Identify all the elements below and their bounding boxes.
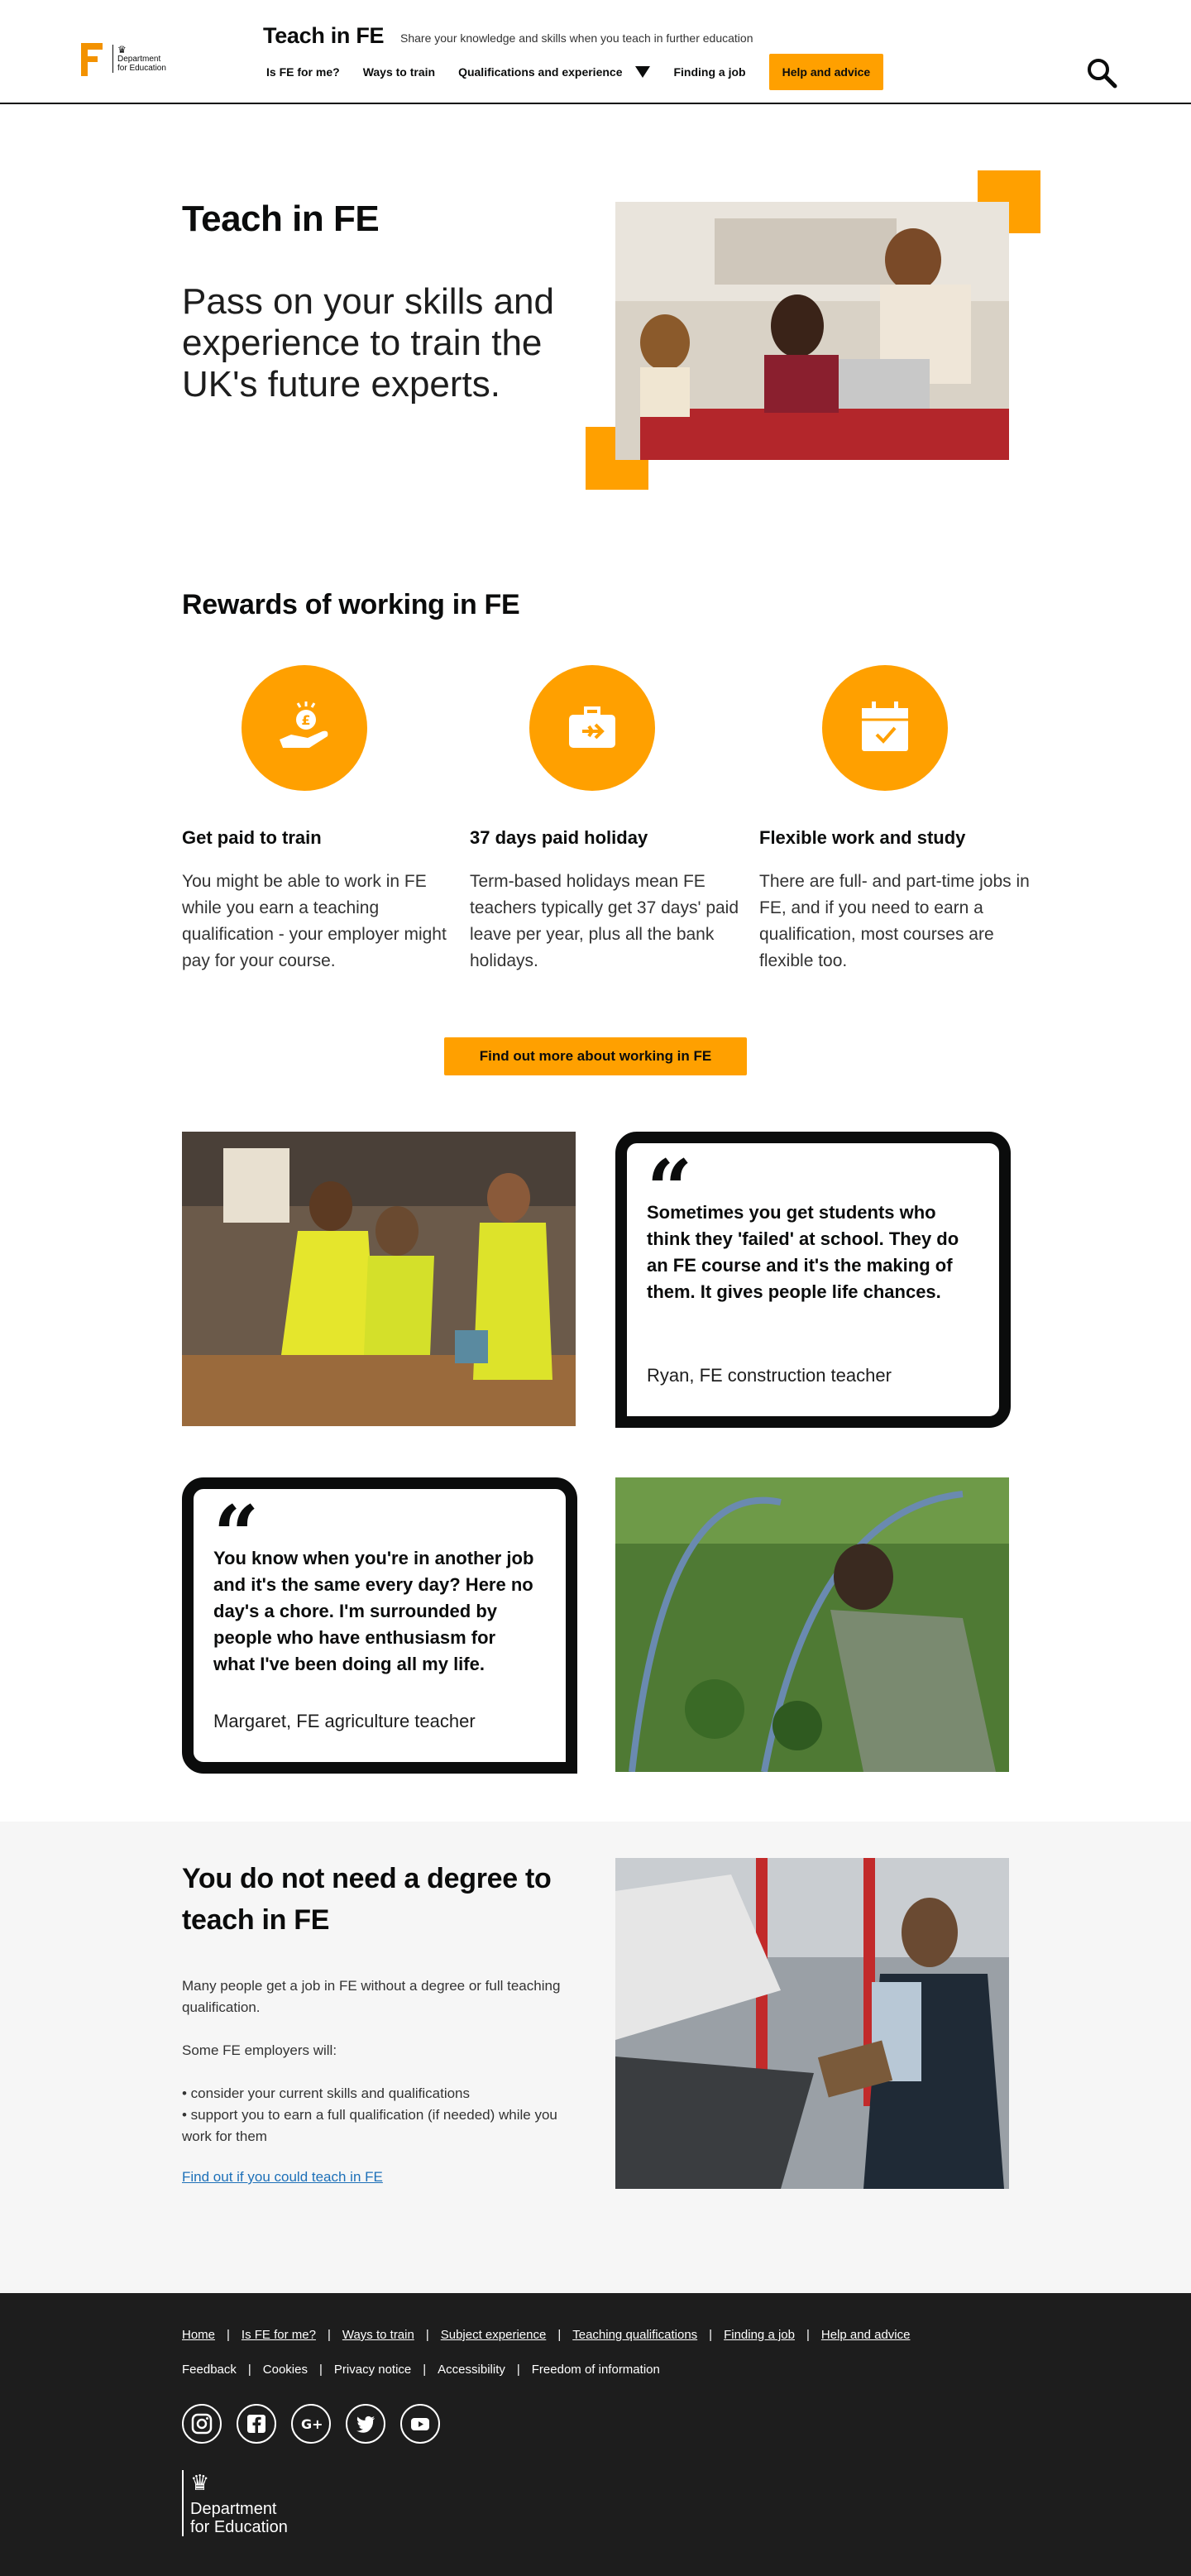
footer-secondary-links: Feedback | Cookies | Privacy notice | Acces… — [182, 2363, 660, 2377]
footer-link-ways-to-train[interactable]: Ways to train — [342, 2328, 414, 2342]
footer-link-accessibility[interactable]: Accessibility — [438, 2363, 505, 2377]
facebook-icon[interactable] — [237, 2404, 276, 2444]
nav-is-fe-for-me[interactable]: Is FE for me? — [266, 65, 340, 79]
svg-text:G+: G+ — [301, 2416, 323, 2432]
royal-crest-icon: ♛ — [117, 44, 127, 55]
degree-bullet-1: • consider your current skills and quali… — [182, 2085, 471, 2101]
footer-link-privacy[interactable]: Privacy notice — [334, 2363, 411, 2377]
footer-link-finding-a-job[interactable]: Finding a job — [724, 2328, 795, 2342]
hero-subtitle: Pass on your skills and experience to tr… — [182, 281, 554, 405]
rewards-heading: Rewards of working in FE — [182, 589, 520, 620]
footer-link-feedback[interactable]: Feedback — [182, 2363, 237, 2377]
nav-qualifications: Qualifications and experience — [458, 65, 623, 79]
footer-link-home[interactable]: Home — [182, 2328, 215, 2342]
site-logo[interactable]: ♛ Department for Education — [81, 43, 166, 76]
footer-link-help-and-advice[interactable]: Help and advice — [821, 2328, 911, 2342]
nav-ways-to-train[interactable]: Ways to train — [363, 65, 435, 79]
reward-title: Get paid to train — [182, 827, 322, 848]
twitter-icon[interactable] — [346, 2404, 385, 2444]
degree-bullet-2: • support you to earn a full qualificati… — [182, 2107, 557, 2144]
quote-author: Margaret, FE agriculture teacher — [213, 1711, 476, 1731]
hero-title: Teach in FE — [182, 199, 380, 239]
dfe-line-1: Department — [117, 55, 161, 64]
reward-flexible: Flexible work and study There are full- … — [759, 665, 1032, 974]
site-footer: Home | Is FE for me? | Ways to train | Subj… — [0, 2293, 1191, 2576]
agriculture-photo — [615, 1477, 1009, 1772]
hero-classroom-photo — [615, 202, 1009, 460]
hand-coin-icon: £ — [242, 665, 367, 791]
degree-section: You do not need a degree to teach in FE … — [0, 1822, 1191, 2293]
quote-card-ryan: “ Sometimes you get students who think t… — [615, 1132, 1011, 1428]
site-title[interactable]: Teach in FE — [263, 23, 385, 49]
instagram-icon[interactable] — [182, 2404, 222, 2444]
svg-text:£: £ — [301, 712, 310, 728]
search-icon[interactable] — [1085, 56, 1118, 89]
quote-text: Sometimes you get students who think the… — [647, 1202, 959, 1302]
footer-dept-line-2: for Education — [190, 2518, 288, 2536]
degree-para-1: Many people get a job in FE without a de… — [182, 1978, 561, 2015]
reward-paid-holiday: 37 days paid holiday Term-based holidays… — [470, 665, 743, 974]
reward-text: You might be able to work in FE while yo… — [182, 872, 447, 970]
dfe-logo: ♛ Department for Education — [112, 45, 166, 73]
google-plus-icon[interactable]: G+ — [291, 2404, 331, 2444]
suitcase-plane-icon — [529, 665, 655, 791]
site-tagline: Share your knowledge and skills when you… — [400, 31, 753, 45]
find-out-more-button[interactable]: Find out more about working in FE — [444, 1037, 747, 1075]
quote-text: You know when you're in another job and … — [213, 1548, 534, 1674]
reward-title: Flexible work and study — [759, 827, 966, 848]
footer-dfe-logo[interactable]: ♛ Department for Education — [182, 2470, 288, 2536]
site-header: ♛ Department for Education Teach in FE S… — [0, 0, 1191, 104]
royal-crest-icon: ♛ — [190, 2470, 210, 2495]
nav-finding-a-job[interactable]: Finding a job — [673, 65, 745, 79]
footer-dept-line-1: Department — [190, 2500, 277, 2518]
degree-para-2: Some FE employers will: — [182, 2042, 337, 2058]
footer-link-cookies[interactable]: Cookies — [263, 2363, 308, 2377]
reward-paid-to-train: £ Get paid to train You might be able to… — [182, 665, 455, 974]
footer-link-is-fe-for-me[interactable]: Is FE for me? — [242, 2328, 316, 2342]
footer-link-foi[interactable]: Freedom of information — [532, 2363, 660, 2377]
find-out-if-you-could-teach-link[interactable]: Find out if you could teach in FE — [182, 2169, 383, 2186]
reward-text: There are full- and part-time jobs in FE… — [759, 872, 1030, 970]
footer-link-subject-experience[interactable]: Subject experience — [441, 2328, 547, 2342]
fe-logo-mark — [81, 43, 106, 76]
footer-primary-links: Home | Is FE for me? | Ways to train | Subj… — [182, 2328, 911, 2342]
help-and-advice-button[interactable]: Help and advice — [768, 54, 884, 90]
nav-qualifications-dropdown[interactable]: Qualifications and experience — [458, 65, 651, 79]
degree-heading: You do not need a degree to teach in FE — [182, 1863, 552, 1936]
construction-workshop-photo — [182, 1132, 576, 1426]
reward-title: 37 days paid holiday — [470, 827, 648, 848]
footer-link-teaching-qualifications[interactable]: Teaching qualifications — [572, 2328, 697, 2342]
caret-down-icon — [635, 66, 651, 78]
social-links: G+ — [182, 2404, 455, 2444]
mechanic-photo — [615, 1858, 1009, 2189]
reward-text: Term-based holidays mean FE teachers typ… — [470, 872, 739, 970]
youtube-icon[interactable] — [400, 2404, 440, 2444]
main-nav: Is FE for me? Ways to train Qualificatio… — [266, 53, 884, 91]
dfe-line-2: for Education — [117, 64, 166, 73]
quote-card-margaret: “ You know when you're in another job an… — [182, 1477, 577, 1774]
calendar-check-icon — [822, 665, 948, 791]
quote-author: Ryan, FE construction teacher — [647, 1365, 892, 1386]
